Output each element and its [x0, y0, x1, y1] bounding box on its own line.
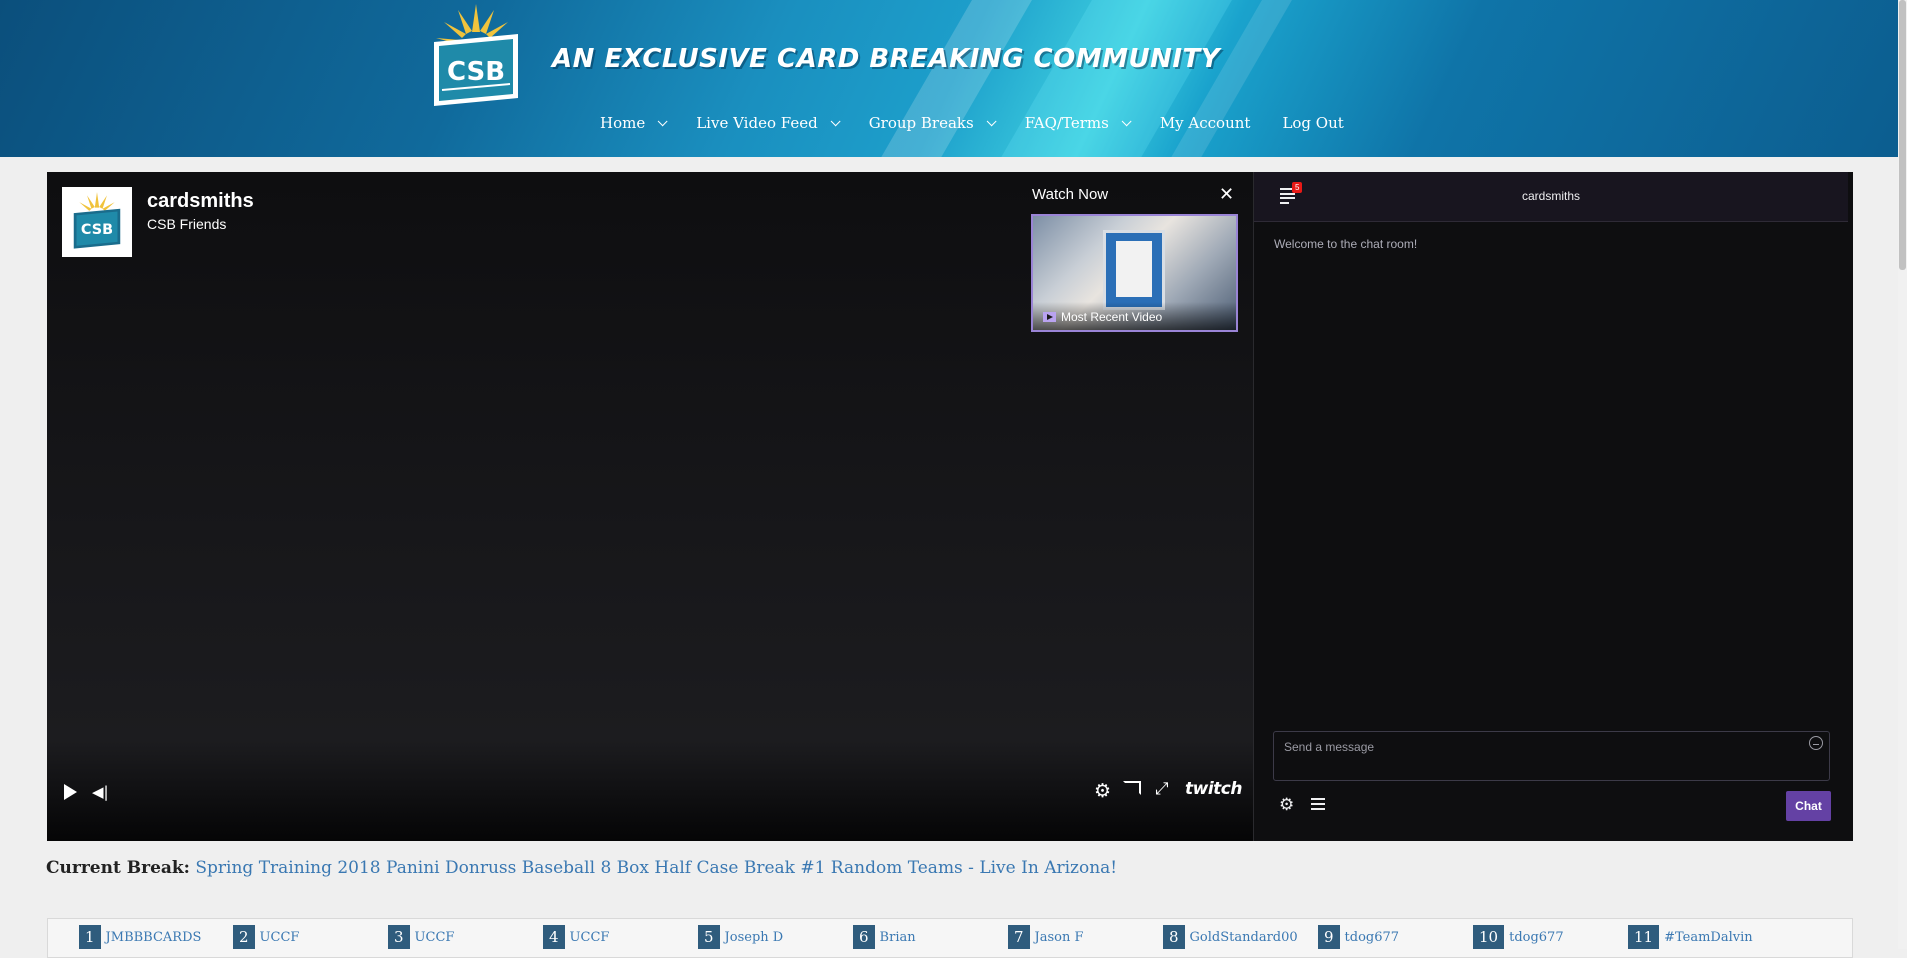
team-owner-link[interactable]: Joseph D	[725, 930, 784, 945]
team-owner-link[interactable]: Jason F	[1035, 930, 1084, 945]
chat-title: cardsmiths	[1521, 189, 1580, 203]
team-slot: 5 Joseph D	[698, 925, 784, 949]
team-owner-link[interactable]: tdog677	[1509, 930, 1564, 945]
csb-logo: CSB	[73, 192, 121, 249]
csb-logo[interactable]: CSB	[428, 2, 524, 114]
twitch-logo[interactable]: twitch	[1185, 779, 1242, 799]
thumbnail-card-image	[1103, 230, 1165, 310]
main-nav: Home Live Video Feed Group Breaks FAQ/Te…	[600, 112, 1376, 134]
chevron-down-icon	[830, 115, 841, 126]
team-owner-link[interactable]: Brian	[880, 930, 916, 945]
volume-icon[interactable]: ◀|	[92, 783, 109, 801]
fullscreen-icon[interactable]: ⤢	[1155, 779, 1169, 799]
current-break-link[interactable]: Spring Training 2018 Panini Donruss Base…	[195, 858, 1117, 878]
nav-log-out[interactable]: Log Out	[1282, 112, 1343, 134]
site-header: CSB AN EXCLUSIVE CARD BREAKING COMMUNITY…	[0, 0, 1907, 157]
team-slot: 2 UCCF	[233, 925, 300, 949]
close-icon[interactable]: ✕	[1219, 184, 1234, 205]
nav-faq-terms[interactable]: FAQ/Terms	[1024, 112, 1132, 134]
scrollbar-thumb[interactable]	[1899, 0, 1906, 270]
team-number: 6	[853, 925, 875, 949]
team-number: 1	[79, 925, 101, 949]
channel-subtitle: CSB Friends	[147, 216, 227, 232]
site-tagline: AN EXCLUSIVE CARD BREAKING COMMUNITY	[552, 44, 1221, 74]
svg-text:CSB: CSB	[447, 57, 505, 87]
team-slot: 10 tdog677	[1473, 925, 1564, 949]
chat-message-input[interactable]: Send a message	[1273, 731, 1830, 781]
team-number: 2	[233, 925, 255, 949]
nav-home[interactable]: Home	[600, 112, 668, 134]
nav-label: FAQ/Terms	[1024, 114, 1109, 132]
nav-my-account[interactable]: My Account	[1160, 112, 1251, 134]
nav-label: Group Breaks	[868, 114, 974, 132]
team-number: 8	[1163, 925, 1185, 949]
team-slot: 1 JMBBBCARDS	[79, 925, 202, 949]
team-slot: 11 #TeamDalvin	[1628, 925, 1753, 949]
team-slot: 7 Jason F	[1008, 925, 1084, 949]
cast-icon[interactable]	[1123, 781, 1141, 795]
nav-label: My Account	[1159, 114, 1251, 132]
team-slot: 8 GoldStandard00	[1163, 925, 1298, 949]
settings-icon[interactable]: ⚙	[1094, 780, 1111, 802]
team-number: 10	[1473, 925, 1505, 949]
chat-panel: 5 cardsmiths Welcome to the chat room! S…	[1253, 172, 1853, 841]
video-player[interactable]: CSB cardsmiths CSB Friends Watch Now ✕ M…	[47, 172, 1253, 841]
emote-icon[interactable]	[1809, 736, 1823, 750]
team-owner-link[interactable]: GoldStandard00	[1190, 930, 1298, 945]
recent-video-text: Most Recent Video	[1061, 310, 1163, 324]
team-slot: 6 Brian	[853, 925, 916, 949]
team-number: 3	[388, 925, 410, 949]
team-slot: 4 UCCF	[543, 925, 610, 949]
team-owner-link[interactable]: UCCF	[260, 930, 300, 945]
video-play-icon	[1043, 312, 1056, 322]
chevron-down-icon	[1121, 115, 1132, 126]
team-slot: 3 UCCF	[388, 925, 455, 949]
recent-video-thumbnail[interactable]: Most Recent Video	[1031, 214, 1238, 332]
team-number: 7	[1008, 925, 1030, 949]
nav-label: Log Out	[1282, 114, 1344, 132]
current-break: Current Break: Spring Training 2018 Pani…	[46, 858, 1117, 878]
viewer-list-icon[interactable]	[1311, 798, 1325, 810]
nav-group-breaks[interactable]: Group Breaks	[868, 112, 997, 134]
team-number: 11	[1628, 925, 1660, 949]
chat-send-button[interactable]: Chat	[1786, 791, 1831, 821]
nav-label: Live Video Feed	[696, 114, 818, 132]
team-number: 9	[1318, 925, 1340, 949]
team-owner-link[interactable]: #TeamDalvin	[1664, 930, 1753, 945]
recent-video-label: Most Recent Video	[1043, 310, 1162, 324]
page-scrollbar[interactable]	[1898, 0, 1907, 949]
team-number: 5	[698, 925, 720, 949]
nav-live-video-feed[interactable]: Live Video Feed	[696, 112, 841, 134]
chat-welcome-message: Welcome to the chat room!	[1274, 237, 1418, 251]
nav-label: Home	[600, 114, 646, 132]
chevron-down-icon	[657, 115, 668, 126]
svg-text:CSB: CSB	[81, 222, 113, 238]
team-assignments: 1 JMBBBCARDS 2 UCCF 3 UCCF 4 UCCF 5 Joseph D …	[47, 918, 1853, 958]
team-owner-link[interactable]: UCCF	[570, 930, 610, 945]
current-break-label: Current Break:	[46, 858, 190, 878]
team-owner-link[interactable]: JMBBBCARDS	[106, 930, 202, 945]
chat-header: 5 cardsmiths	[1254, 172, 1848, 222]
channel-avatar[interactable]: CSB	[62, 187, 132, 257]
watch-now-title: Watch Now	[1032, 186, 1109, 203]
team-slot: 9 tdog677	[1318, 925, 1400, 949]
chevron-down-icon	[986, 115, 997, 126]
team-number: 4	[543, 925, 565, 949]
channel-name[interactable]: cardsmiths	[147, 190, 254, 213]
team-owner-link[interactable]: tdog677	[1345, 930, 1400, 945]
play-icon[interactable]	[64, 784, 77, 800]
chat-settings-icon[interactable]: ⚙	[1279, 795, 1294, 815]
team-owner-link[interactable]: UCCF	[415, 930, 455, 945]
